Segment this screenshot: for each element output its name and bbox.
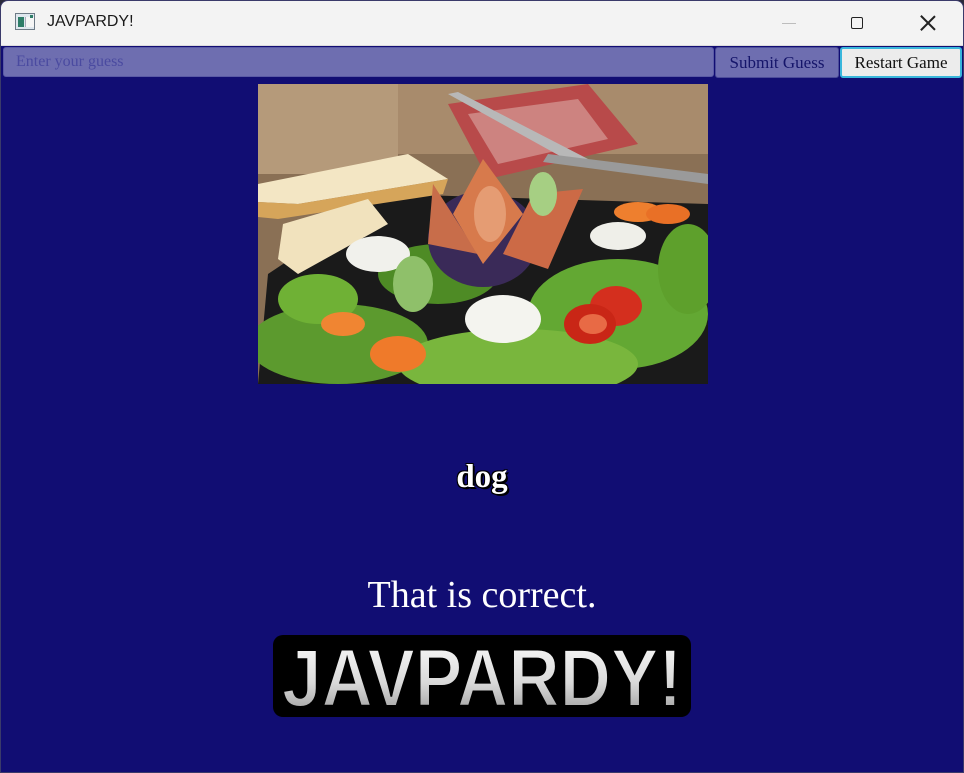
javpardy-logo: JAVPARDY! [269,633,695,721]
app-window: JAVPARDY! Submit Guess Restart Game [0,0,964,773]
minimize-icon [782,22,796,24]
clue-image [258,84,708,384]
close-icon [919,14,937,32]
app-window-icon [15,13,35,30]
restart-game-button[interactable]: Restart Game [840,47,962,78]
svg-text:JAVPARDY!: JAVPARDY! [282,633,682,721]
result-message: That is correct. [367,574,597,616]
guess-input[interactable] [3,47,714,77]
maximize-button[interactable] [834,1,880,45]
submit-guess-button[interactable]: Submit Guess [715,47,839,78]
close-button[interactable] [905,1,951,45]
minimize-button[interactable] [766,1,812,45]
maximize-icon [851,17,863,29]
title-bar[interactable]: JAVPARDY! [1,1,963,46]
window-title: JAVPARDY! [47,13,134,30]
answer-text: dog [456,459,508,495]
